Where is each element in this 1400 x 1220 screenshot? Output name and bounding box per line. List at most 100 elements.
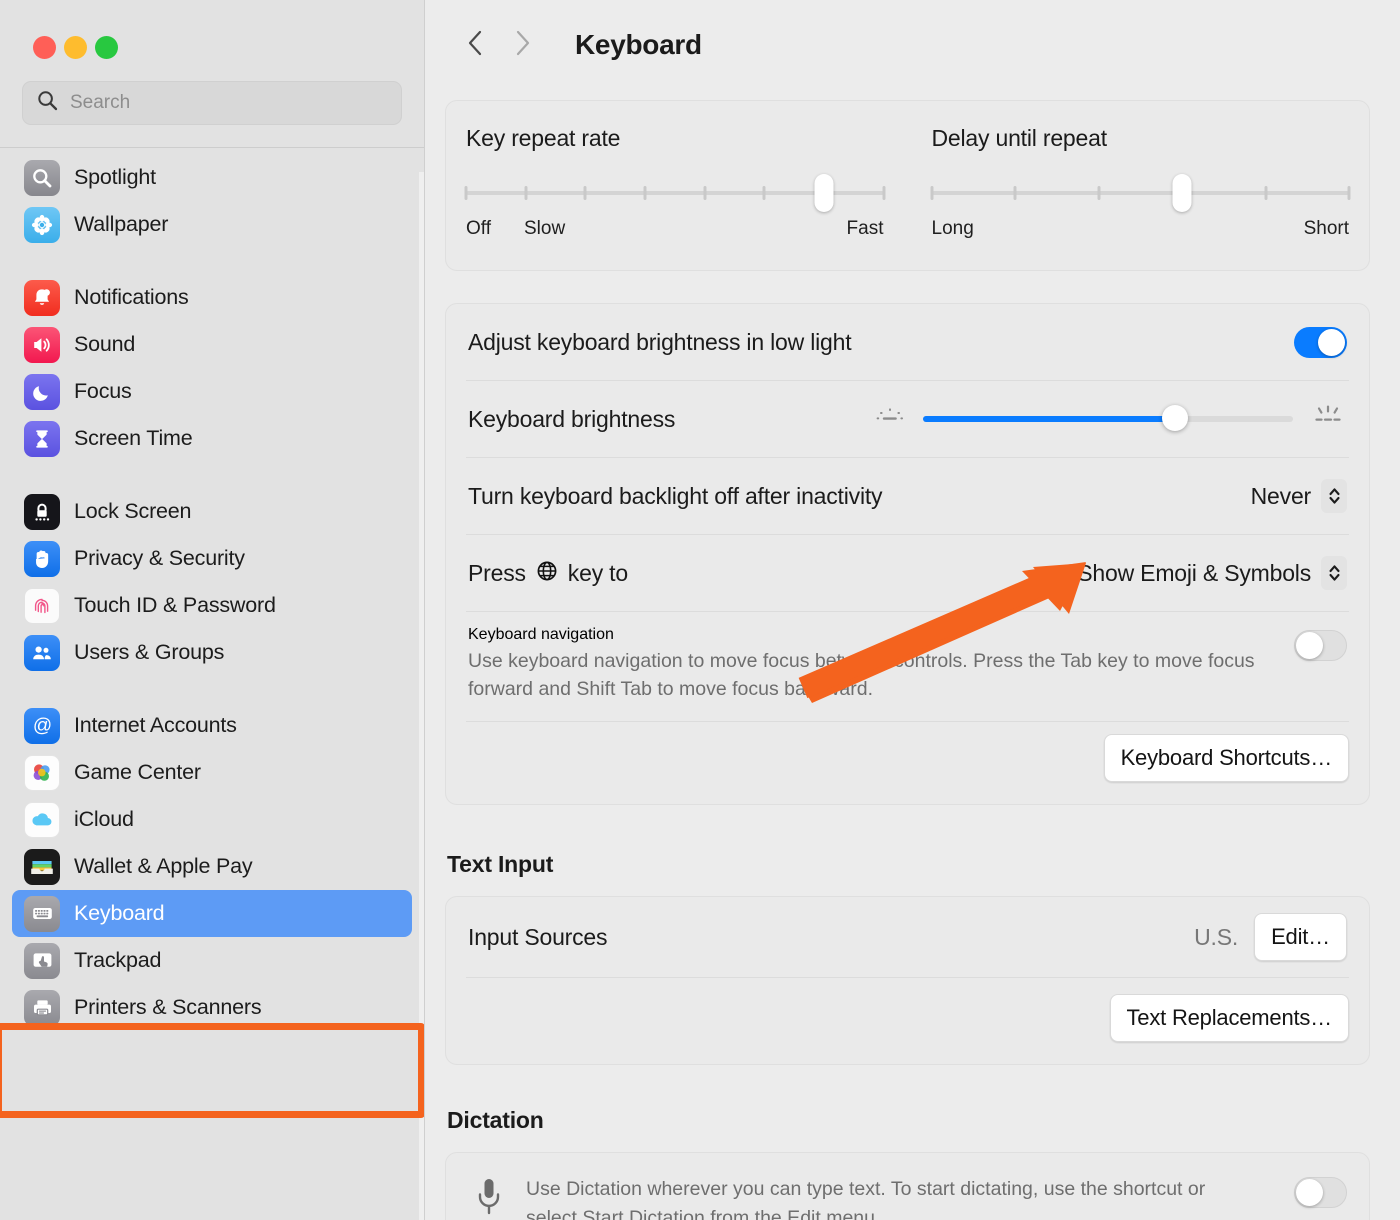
sidebar-group-2: Notifications Sound Focus Screen Time: [0, 274, 424, 462]
legend-long: Long: [931, 218, 974, 239]
sidebar-item-label: Trackpad: [74, 948, 162, 972]
delay-until-repeat-legend: Long Short: [932, 218, 1350, 244]
row-globe-key: Press key to Show Emoji & Symbols: [466, 535, 1349, 611]
brightness-high-icon: [1309, 402, 1347, 437]
forward-button[interactable]: [499, 21, 547, 69]
internet-accounts-icon: @: [24, 707, 60, 744]
delay-until-repeat-slider[interactable]: [930, 174, 1351, 212]
sidebar-item-label: Keyboard: [74, 901, 165, 925]
slider-track: [931, 191, 1349, 195]
sidebar-item-keyboard[interactable]: Keyboard: [12, 890, 412, 937]
sidebar-item-label: Sound: [74, 332, 136, 356]
input-sources-value: U.S.: [1194, 923, 1239, 950]
screen-time-icon: [24, 420, 60, 457]
sidebar-item-privacy-security[interactable]: Privacy & Security: [12, 535, 412, 582]
globe-key-label-after: key to: [567, 559, 628, 586]
sidebar-item-label: iCloud: [74, 807, 134, 831]
row-dictation: Use Dictation wherever you can type text…: [466, 1153, 1349, 1220]
spotlight-icon: [24, 159, 60, 196]
slider-thumb[interactable]: [1172, 174, 1192, 212]
chevron-updown-icon: [1321, 556, 1347, 590]
sidebar-item-wallpaper[interactable]: Wallpaper: [12, 201, 412, 248]
sidebar-group-4: @ Internet Accounts Game Center iCloud W…: [0, 702, 424, 1031]
row-adjust-brightness: Adjust keyboard brightness in low light: [466, 304, 1349, 380]
text-input-section-title: Text Input: [447, 851, 554, 878]
delay-until-repeat-label: Delay until repeat: [931, 125, 1108, 151]
maximize-window-button[interactable]: [95, 36, 118, 59]
main-content: Keyboard Key repeat rate Off Slow Fast D…: [425, 0, 1400, 1220]
key-repeat-rate-slider[interactable]: [464, 174, 885, 212]
wallet-icon: [24, 848, 60, 885]
delay-until-repeat-group: Delay until repeat Long Short: [922, 125, 1351, 244]
dictation-description: Use Dictation wherever you can type text…: [526, 1178, 1206, 1220]
sidebar-item-lock-screen[interactable]: Lock Screen: [12, 488, 412, 535]
sound-icon: [24, 326, 60, 363]
content-header: Keyboard: [425, 0, 1400, 90]
trackpad-icon: [24, 942, 60, 979]
game-center-icon: [24, 754, 60, 791]
sidebar-group-1: Spotlight Wallpaper: [0, 154, 424, 248]
search-input[interactable]: [70, 92, 387, 114]
key-repeat-rate-group: Key repeat rate Off Slow Fast: [464, 125, 922, 244]
wallpaper-icon: [24, 206, 60, 243]
key-repeat-rate-legend: Off Slow Fast: [466, 218, 884, 244]
sidebar-item-trackpad[interactable]: Trackpad: [12, 937, 412, 984]
edit-input-sources-button[interactable]: Edit…: [1254, 913, 1347, 962]
sidebar-item-screen-time[interactable]: Screen Time: [12, 415, 412, 462]
sidebar-scrollbar[interactable]: [419, 172, 424, 1220]
backlight-off-popup-button[interactable]: Never: [1251, 479, 1347, 513]
slider-thumb[interactable]: [1161, 405, 1188, 431]
search-icon: [37, 90, 58, 116]
sidebar-item-icloud[interactable]: iCloud: [12, 796, 412, 843]
close-window-button[interactable]: [33, 36, 56, 59]
adjust-brightness-toggle[interactable]: [1294, 326, 1347, 358]
keyboard-brightness-label: Keyboard brightness: [468, 405, 676, 432]
sidebar-item-internet-accounts[interactable]: @ Internet Accounts: [12, 702, 412, 749]
sidebar-item-label: Game Center: [74, 760, 201, 784]
sidebar-item-printers-scanners[interactable]: Printers & Scanners: [12, 984, 412, 1031]
keyboard-icon: [24, 895, 60, 932]
back-button[interactable]: [451, 21, 499, 69]
chevron-right-icon: [513, 28, 533, 63]
text-replacements-button[interactable]: Text Replacements…: [1109, 994, 1349, 1043]
globe-key-value: Show Emoji & Symbols: [1077, 559, 1311, 586]
search-box[interactable]: [22, 81, 402, 125]
sidebar: Spotlight: [0, 0, 425, 1220]
legend-fast: Fast: [846, 218, 884, 239]
sidebar-item-spotlight[interactable]: Spotlight: [12, 154, 412, 201]
sidebar-item-notifications[interactable]: Notifications: [12, 274, 412, 321]
page-title: Keyboard: [575, 29, 702, 60]
sidebar-item-touch-id[interactable]: Touch ID & Password: [12, 582, 412, 629]
minimize-window-button[interactable]: [64, 36, 87, 59]
legend-off: Off: [466, 218, 491, 239]
sidebar-item-focus[interactable]: Focus: [12, 368, 412, 415]
sidebar-item-sound[interactable]: Sound: [12, 321, 412, 368]
globe-key-label-before: Press: [468, 559, 526, 586]
keyboard-brightness-slider[interactable]: [923, 405, 1293, 432]
touch-id-icon: [24, 587, 60, 624]
settings-window: Spotlight: [0, 0, 1400, 1220]
brightness-control-group: [873, 402, 1347, 437]
slider-fill: [923, 416, 1175, 422]
sidebar-item-label: Printers & Scanners: [74, 995, 262, 1019]
printers-scanners-icon: [24, 989, 60, 1026]
dictation-toggle[interactable]: [1294, 1177, 1347, 1209]
keyboard-shortcuts-button[interactable]: Keyboard Shortcuts…: [1103, 734, 1349, 783]
focus-icon: [24, 373, 60, 410]
sidebar-item-users-groups[interactable]: Users & Groups: [12, 629, 412, 676]
users-groups-icon: [24, 634, 60, 671]
sidebar-item-label: Internet Accounts: [74, 713, 237, 737]
icloud-icon: [24, 801, 60, 838]
lock-screen-icon: [24, 493, 60, 530]
sidebar-item-label: Spotlight: [74, 165, 156, 189]
sidebar-item-game-center[interactable]: Game Center: [12, 749, 412, 796]
globe-key-popup-button[interactable]: Show Emoji & Symbols: [1077, 556, 1347, 590]
slider-thumb[interactable]: [814, 174, 834, 212]
adjust-brightness-label: Adjust keyboard brightness in low light: [468, 328, 852, 355]
sidebar-nav-list: Spotlight Wallpaper Notifications Sound …: [0, 148, 424, 1138]
keyboard-navigation-toggle[interactable]: [1294, 630, 1347, 661]
sidebar-item-wallet[interactable]: Wallet & Apple Pay: [12, 843, 412, 890]
keyboard-navigation-label: Keyboard navigation: [468, 626, 614, 643]
